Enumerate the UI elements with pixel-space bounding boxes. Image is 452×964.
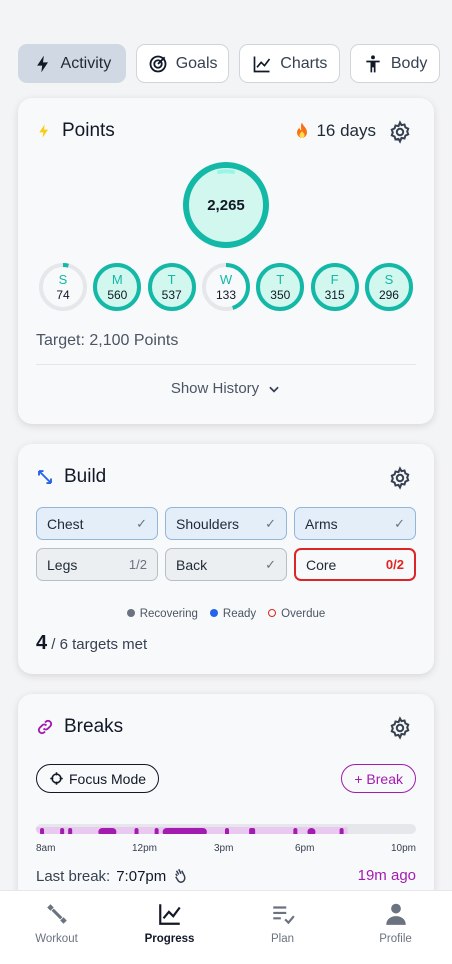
link-icon	[37, 719, 53, 735]
line-chart-icon	[253, 56, 271, 72]
build-title: Build	[36, 466, 106, 488]
day-points: 296	[378, 288, 399, 302]
day-points: 537	[161, 288, 182, 302]
total-points-ring: 2,265	[181, 160, 271, 250]
break-timeline	[36, 824, 416, 834]
last-break: Last break: 7:07pm	[36, 867, 190, 885]
day-ring: W 133	[201, 262, 251, 312]
chip-progress: 0/2	[385, 557, 404, 572]
tab-body[interactable]: Body	[350, 44, 440, 83]
check-icon: ✓	[265, 515, 276, 531]
total-points: 2,265	[207, 196, 245, 214]
chip-back[interactable]: Back ✓	[165, 548, 287, 581]
expand-arrows-icon	[38, 470, 52, 484]
day-points: 560	[107, 288, 128, 302]
person-icon	[385, 903, 406, 925]
flame-icon	[297, 122, 308, 138]
gear-icon[interactable]	[388, 120, 412, 144]
day-ring: S 74	[38, 262, 88, 312]
day-ring: S 296	[364, 262, 414, 312]
build-card: Build Chest ✓ Shoulders ✓ Arms ✓ Legs 1/2 Ba…	[18, 444, 434, 674]
legend-overdue: Overdue	[268, 608, 325, 620]
legend-recovering: Recovering	[126, 608, 198, 620]
day-label: W	[219, 272, 233, 287]
target-icon	[149, 55, 167, 72]
check-icon: ✓	[265, 556, 276, 572]
legend-ready: Ready	[209, 608, 256, 620]
points-title: Points	[36, 120, 115, 142]
line-chart-icon	[158, 904, 181, 925]
target-text: Target: 2,100 Points	[36, 332, 179, 349]
nav-plan[interactable]: Plan	[226, 891, 339, 964]
nav-progress[interactable]: Progress	[113, 891, 226, 964]
chip-chest[interactable]: Chest ✓	[36, 507, 158, 540]
show-history-button[interactable]: Show History	[18, 380, 434, 397]
top-tabs: Activity Goals Charts Body	[18, 44, 440, 83]
gear-icon[interactable]	[388, 716, 412, 740]
bolt-icon	[36, 55, 48, 72]
day-label: S	[58, 272, 68, 287]
day-ring: M 560	[92, 262, 142, 312]
day-ring: F 315	[310, 262, 360, 312]
day-points: 74	[56, 288, 70, 302]
day-label: F	[330, 272, 339, 287]
gear-icon[interactable]	[388, 466, 412, 490]
day-label: T	[276, 272, 285, 287]
bolt-icon	[39, 124, 48, 138]
day-label: T	[167, 272, 176, 287]
day-ring: T 350	[255, 262, 305, 312]
checklist-icon	[272, 906, 295, 925]
break-ago: 19m ago	[357, 867, 416, 884]
focus-mode-button[interactable]: Focus Mode	[36, 764, 160, 793]
chevron-down-icon	[269, 386, 279, 393]
dumbbell-icon	[46, 904, 67, 924]
timeline-labels: 8am 12pm 3pm 6pm 10pm	[36, 843, 416, 854]
chip-progress: 1/2	[128, 557, 147, 572]
day-points: 350	[270, 288, 291, 302]
status-legend: Recovering Ready Overdue	[18, 608, 434, 620]
add-break-button[interactable]: + Break	[341, 764, 416, 793]
chip-legs[interactable]: Legs 1/2	[36, 548, 158, 581]
chip-arms[interactable]: Arms ✓	[294, 507, 416, 540]
tab-activity[interactable]: Activity	[18, 44, 126, 83]
weekday-rings: S 74 M 560 T 537 W 133 T 350 F 315 S 296	[38, 262, 414, 312]
day-ring: T 537	[147, 262, 197, 312]
day-label: S	[384, 272, 394, 287]
breaks-title: Breaks	[36, 716, 123, 738]
chip-core[interactable]: Core 0/2	[294, 548, 416, 581]
check-icon: ✓	[136, 515, 147, 531]
wave-hand-icon	[175, 868, 186, 883]
targets-met: 4 / 6 targets met	[36, 632, 148, 654]
tab-goals[interactable]: Goals	[135, 44, 230, 83]
tab-charts[interactable]: Charts	[239, 44, 341, 83]
nav-profile[interactable]: Profile	[339, 891, 452, 964]
day-label: M	[111, 272, 123, 287]
bottom-nav: Workout Progress Plan Profile	[0, 890, 452, 964]
person-icon	[366, 54, 380, 72]
muscle-chips: Chest ✓ Shoulders ✓ Arms ✓ Legs 1/2 Back ✓ Co…	[36, 507, 416, 581]
streak: 16 days	[292, 120, 376, 142]
day-points: 133	[215, 288, 236, 302]
streak-days: 16 days	[316, 121, 376, 140]
check-icon: ✓	[394, 515, 405, 531]
day-points: 315	[324, 288, 345, 302]
divider	[36, 364, 416, 365]
nav-workout[interactable]: Workout	[0, 891, 113, 964]
crosshair-icon	[50, 772, 63, 785]
breaks-card: Breaks Focus Mode + Break 8am 12pm 3pm 6…	[18, 694, 434, 904]
points-card: Points 16 days 2,265 S 74 M 560 T 537 W 133 T 350…	[18, 98, 434, 424]
chip-shoulders[interactable]: Shoulders ✓	[165, 507, 287, 540]
